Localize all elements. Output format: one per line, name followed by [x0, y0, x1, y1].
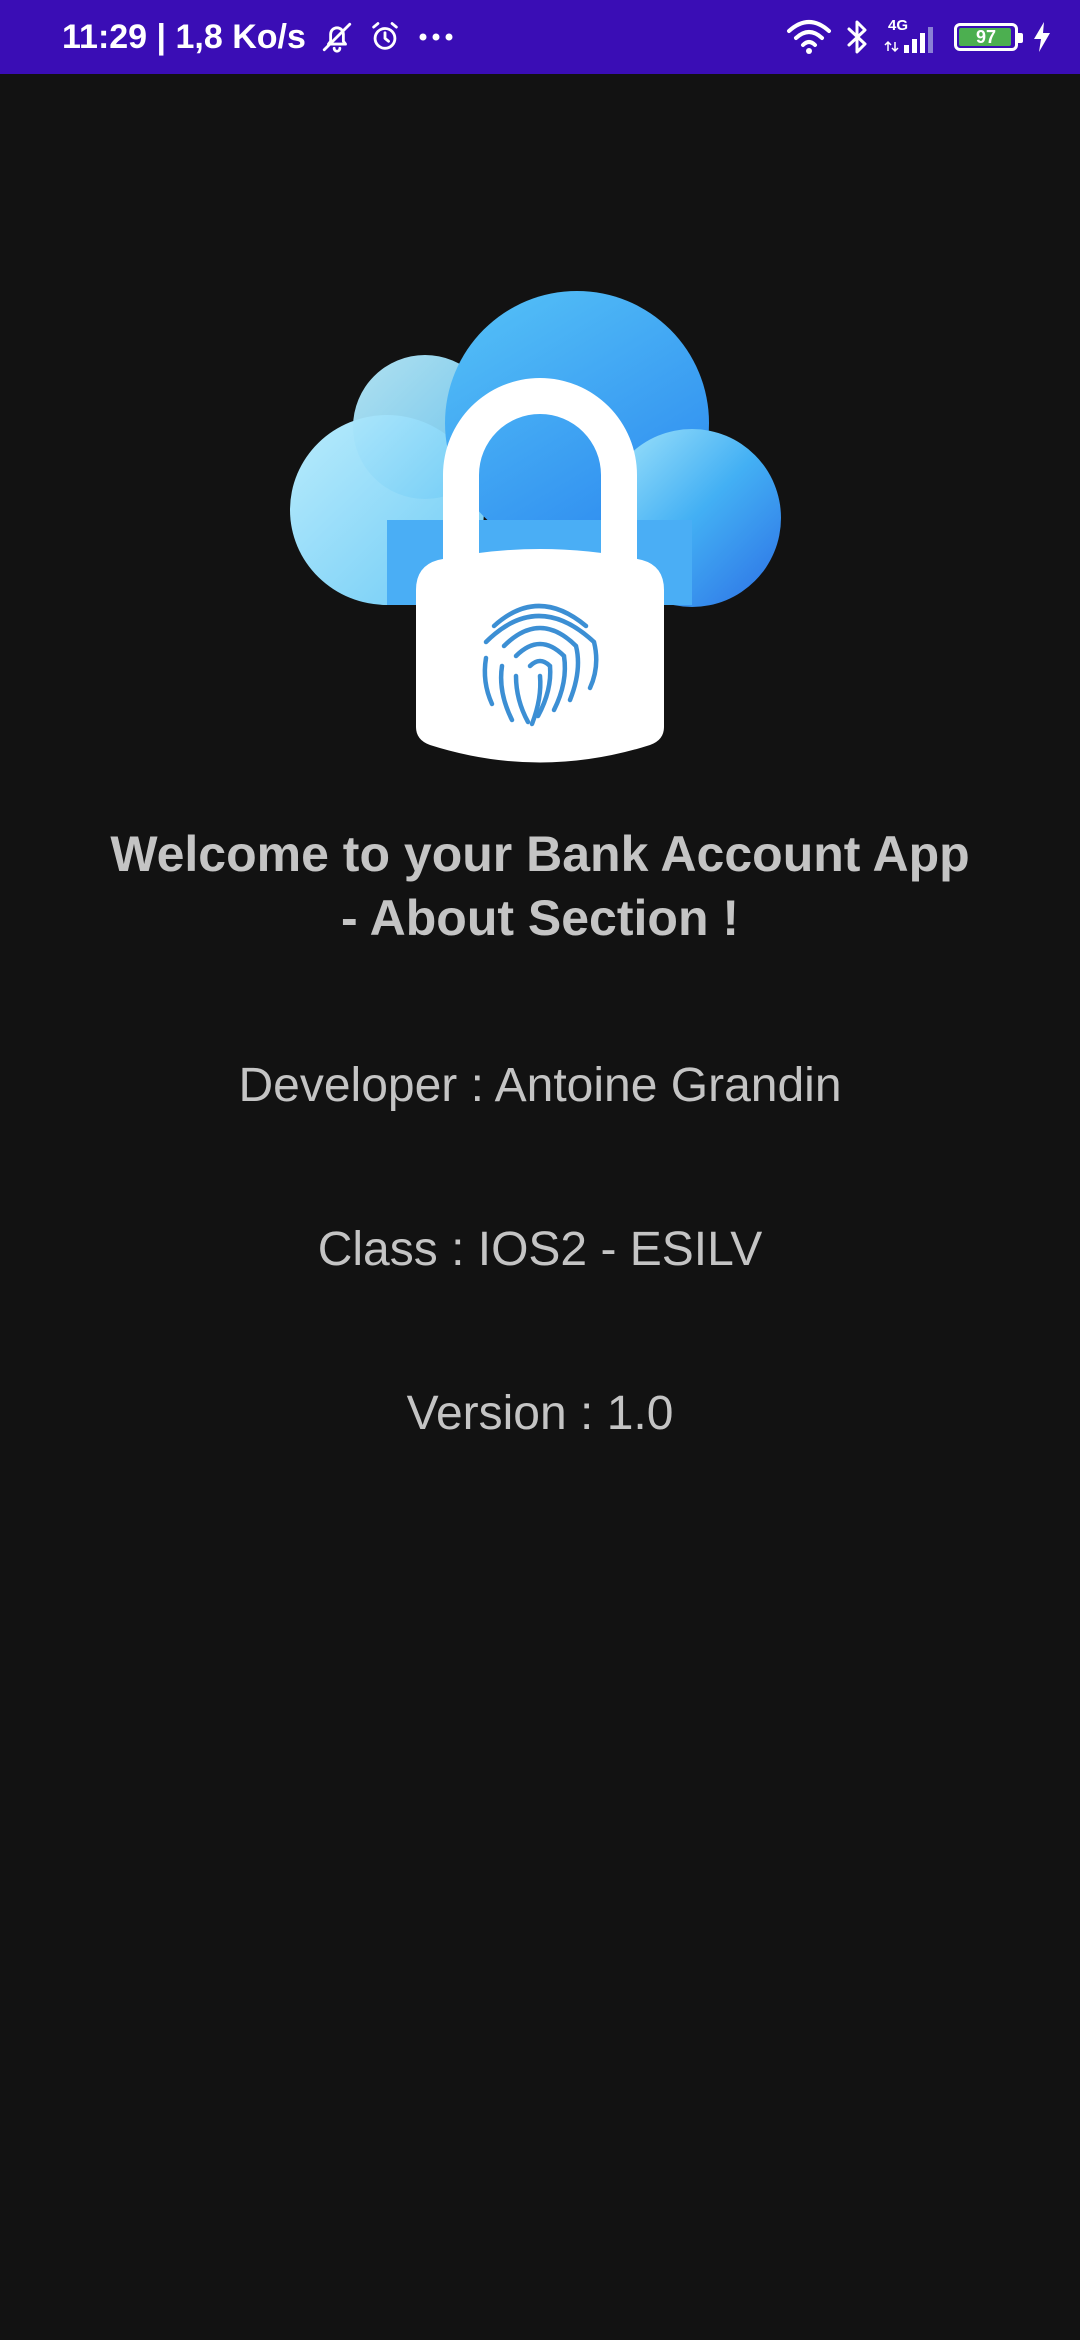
charging-icon [1032, 21, 1052, 53]
cloud-lock-fingerprint-icon [290, 290, 790, 770]
status-bar-right: 4G 97 [786, 0, 1052, 74]
bell-off-icon [320, 20, 354, 54]
version-info: Version : 1.0 [406, 1387, 674, 1440]
battery-tip [1018, 33, 1023, 43]
developer-info: Developer : Antoine Grandin [238, 1059, 842, 1112]
class-info: Class : IOS2 - ESILV [317, 1223, 763, 1276]
bluetooth-icon [846, 19, 868, 55]
wifi-icon [786, 19, 832, 55]
battery-level: 97 [975, 26, 997, 47]
status-bar: 11:29 | 1,8 Ko/s 4G 97 [0, 0, 1080, 74]
alarm-icon [368, 20, 402, 54]
more-dots-icon [416, 20, 456, 54]
status-bar-left: 11:29 | 1,8 Ko/s [62, 0, 456, 74]
about-welcome-title: Welcome to your Bank Account App - About… [110, 826, 970, 946]
signal-icon: 4G [882, 17, 940, 57]
battery-icon: 97 [954, 23, 1023, 51]
status-time: 11:29 | 1,8 Ko/s [62, 17, 306, 56]
